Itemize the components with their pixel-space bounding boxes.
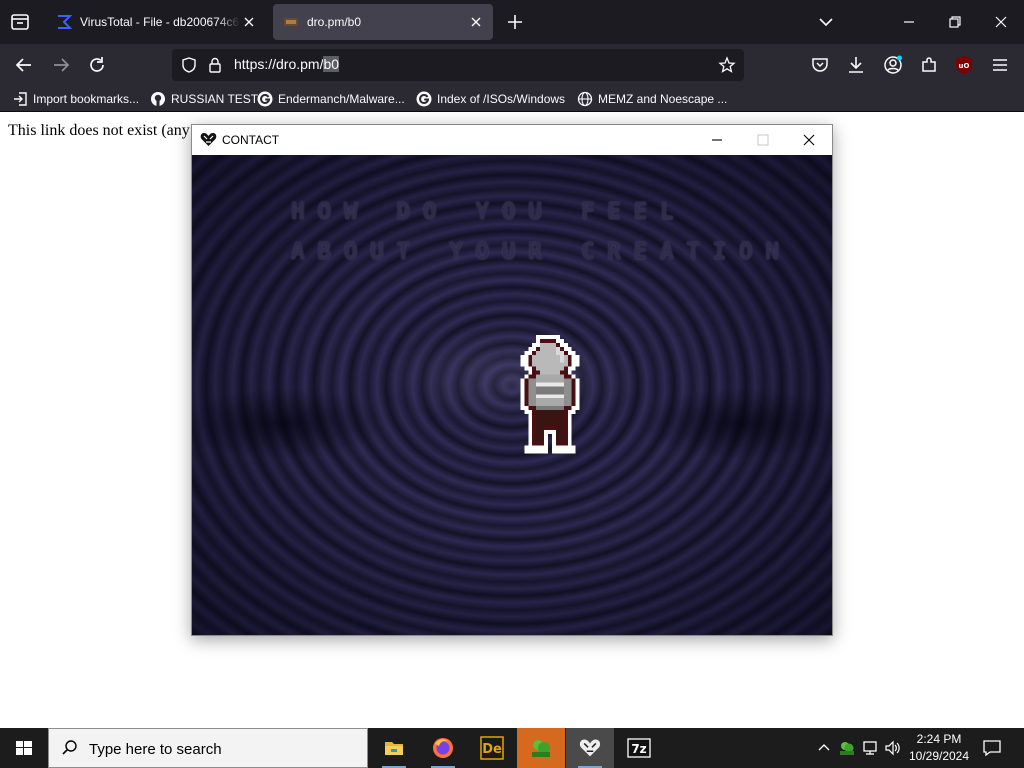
file-explorer-icon bbox=[385, 742, 403, 755]
bookmark-memz-noescape[interactable]: MEMZ and Noescape ... bbox=[577, 90, 727, 108]
bookmark-label: RUSSIAN TEST bbox=[171, 92, 259, 106]
contact-heart-logo-icon bbox=[200, 132, 217, 146]
game-text-line-1: HOW DO YOU FEEL bbox=[291, 199, 687, 225]
bookmark-label: Import bookmarks... bbox=[33, 92, 140, 106]
clock-time: 2:24 PM bbox=[916, 732, 962, 746]
extensions-puzzle-icon[interactable] bbox=[918, 54, 940, 76]
svg-text:7z: 7z bbox=[631, 742, 646, 756]
back-arrow-icon[interactable] bbox=[13, 54, 35, 76]
google-icon bbox=[257, 91, 273, 107]
ublock-origin-icon[interactable]: uO bbox=[953, 54, 975, 76]
clock-date: 10/29/2024 bbox=[908, 749, 970, 763]
google-icon bbox=[416, 91, 432, 107]
bookmark-endermanch-malware[interactable]: Endermanch/Malware... bbox=[257, 90, 405, 108]
svg-text:uO: uO bbox=[959, 62, 970, 70]
svg-text:De: De bbox=[482, 742, 502, 757]
hamburger-menu-icon[interactable] bbox=[989, 54, 1011, 76]
address-bar[interactable]: https://dro.pm/b0 bbox=[172, 49, 744, 81]
bookmarks-toolbar: Import bookmarks... RUSSIAN TEST Enderma… bbox=[0, 86, 1024, 112]
bookmark-star-icon[interactable] bbox=[718, 56, 736, 74]
browser-tab-bar: VirusTotal - File - db200674c6f8 dro.pm/… bbox=[0, 0, 1024, 44]
url-text[interactable]: https://dro.pm/b0 bbox=[234, 56, 340, 72]
bookmark-label: Endermanch/Malware... bbox=[278, 92, 405, 106]
green-app-icon bbox=[532, 740, 550, 757]
taskbar-deltarune[interactable]: De bbox=[468, 728, 516, 768]
player-character-sprite bbox=[520, 335, 580, 454]
7zip-icon: 7z bbox=[627, 738, 651, 758]
contact-game-window[interactable]: CONTACT HOW DO YOU FEEL ABOUT YOUR CREAT… bbox=[191, 124, 833, 636]
game-close-icon[interactable] bbox=[798, 130, 820, 150]
close-window-icon[interactable] bbox=[989, 10, 1013, 34]
bookmark-label: Index of /ISOs/Windows bbox=[437, 92, 566, 106]
bookmark-import[interactable]: Import bookmarks... bbox=[12, 90, 139, 108]
new-tab-plus-icon[interactable] bbox=[505, 12, 525, 32]
restore-icon[interactable] bbox=[943, 10, 967, 34]
game-minimize-icon[interactable] bbox=[706, 130, 728, 150]
taskbar-file-explorer[interactable] bbox=[370, 728, 418, 768]
import-icon bbox=[14, 92, 27, 106]
minimize-icon[interactable] bbox=[897, 10, 921, 34]
bookmark-index-isos[interactable]: Index of /ISOs/Windows bbox=[416, 90, 565, 108]
game-window-titlebar[interactable]: CONTACT bbox=[192, 125, 832, 155]
github-icon bbox=[151, 92, 165, 106]
page-message: This link does not exist (any bbox=[8, 122, 190, 139]
system-clock[interactable]: 2:24 PM 10/29/2024 bbox=[908, 731, 970, 765]
search-placeholder: Type here to search bbox=[89, 741, 222, 758]
taskbar-contact-game[interactable] bbox=[566, 728, 614, 768]
bookmark-russian-test[interactable]: RUSSIAN TEST bbox=[150, 90, 258, 108]
game-maximize-icon bbox=[757, 134, 769, 146]
account-icon[interactable] bbox=[882, 54, 904, 76]
dro-pm-favicon bbox=[284, 18, 298, 26]
tab-title: VirusTotal - File - db200674c6f8 bbox=[80, 15, 240, 29]
downloads-icon[interactable] bbox=[845, 54, 867, 76]
tab-close-icon[interactable] bbox=[242, 15, 256, 29]
url-prefix: https://dro.pm/ bbox=[234, 56, 324, 72]
game-text-line-2: ABOUT YOUR CREATION bbox=[291, 239, 792, 265]
taskbar-firefox[interactable] bbox=[419, 728, 467, 768]
url-selected-text: b0 bbox=[323, 56, 340, 72]
globe-icon bbox=[577, 91, 593, 107]
taskbar-green-app[interactable] bbox=[517, 728, 565, 768]
tab-dro-pm[interactable]: dro.pm/b0 bbox=[273, 4, 493, 40]
firefox-view-icon[interactable] bbox=[8, 10, 32, 34]
windows-taskbar: Type here to search De 7z 2:24 PM 10/29/… bbox=[0, 728, 1024, 768]
tab-virustotal[interactable]: VirusTotal - File - db200674c6f8 bbox=[46, 4, 266, 40]
list-all-tabs-chevron-icon[interactable] bbox=[816, 12, 836, 32]
lock-icon[interactable] bbox=[206, 56, 224, 74]
game-canvas[interactable]: HOW DO YOU FEEL ABOUT YOUR CREATION bbox=[192, 155, 832, 635]
virustotal-icon bbox=[56, 14, 72, 30]
windows-start-icon[interactable] bbox=[0, 728, 48, 768]
game-window-title: CONTACT bbox=[222, 133, 280, 147]
firefox-icon bbox=[433, 738, 453, 758]
taskbar-7zip[interactable]: 7z bbox=[615, 728, 663, 768]
deltarune-icon: De bbox=[480, 736, 504, 760]
pocket-icon[interactable] bbox=[809, 54, 831, 76]
notification-center-icon[interactable] bbox=[982, 738, 1002, 758]
show-hidden-icons-chevron-icon[interactable] bbox=[815, 739, 833, 757]
tab-close-icon[interactable] bbox=[469, 15, 483, 29]
network-icon[interactable] bbox=[861, 739, 879, 757]
tracking-protection-shield-icon[interactable] bbox=[180, 56, 198, 74]
reload-icon[interactable] bbox=[86, 54, 108, 76]
search-icon bbox=[62, 740, 77, 755]
browser-navigation-bar: https://dro.pm/b0 uO bbox=[0, 44, 1024, 86]
forward-arrow-icon[interactable] bbox=[50, 54, 72, 76]
tray-green-app-icon[interactable] bbox=[838, 739, 856, 757]
tab-title: dro.pm/b0 bbox=[307, 15, 362, 29]
bookmark-label: MEMZ and Noescape ... bbox=[598, 92, 728, 106]
contact-game-icon bbox=[579, 739, 601, 757]
taskbar-search-box[interactable]: Type here to search bbox=[48, 728, 368, 768]
volume-icon[interactable] bbox=[884, 739, 902, 757]
